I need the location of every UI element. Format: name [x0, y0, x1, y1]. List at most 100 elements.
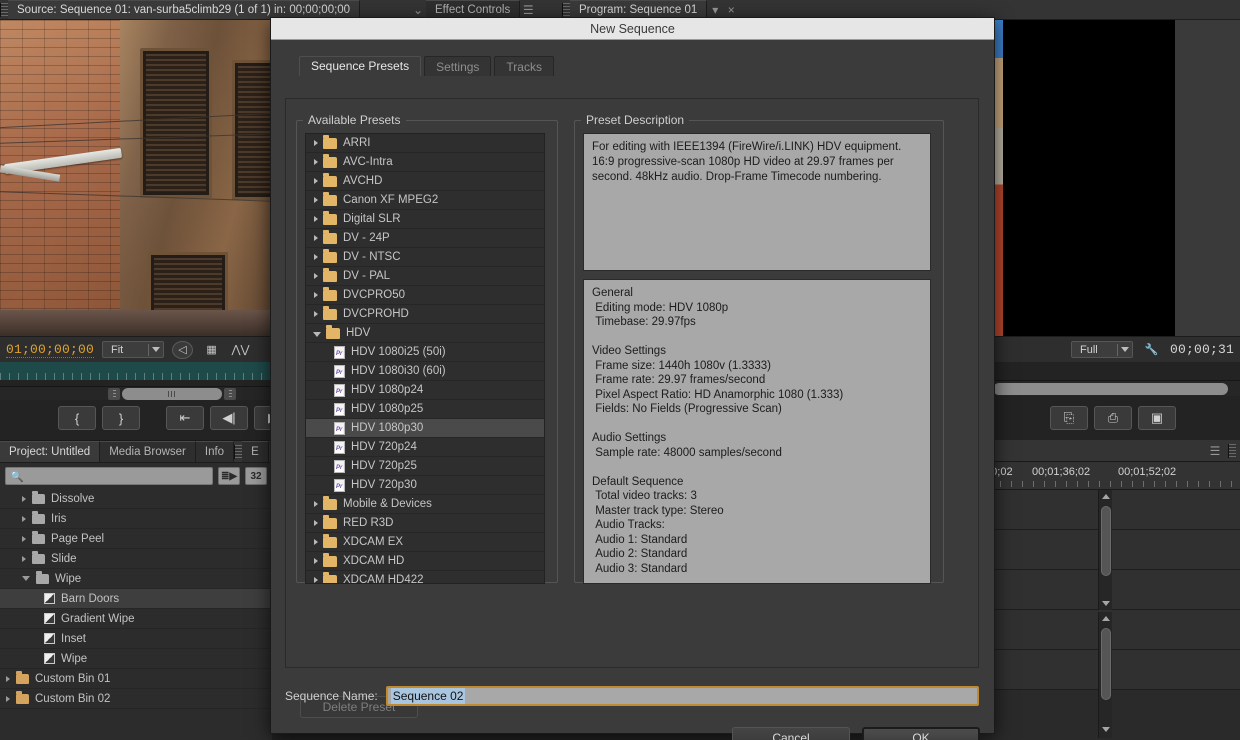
preset-row-label: AVC-Intra [343, 156, 393, 168]
folder-icon [323, 305, 337, 320]
preset-file-icon [334, 440, 345, 454]
preset-settings-text: General Editing mode: HDV 1080p Timebase… [583, 279, 931, 584]
folder-icon [323, 210, 337, 225]
cancel-button-label: Cancel [772, 731, 810, 740]
sequence-name-value: Sequence 02 [390, 688, 466, 704]
preset-row[interactable]: Digital SLR [306, 210, 544, 229]
tab-settings[interactable]: Settings [424, 56, 492, 76]
disclosure-closed-icon[interactable] [314, 558, 318, 564]
disclosure-closed-icon[interactable] [314, 311, 318, 317]
preset-row-label: DV - 24P [343, 232, 390, 244]
cancel-button[interactable]: Cancel [732, 727, 850, 740]
preset-row-label: HDV 720p24 [351, 441, 417, 453]
preset-description-group: Preset Description For editing with IEEE… [574, 113, 944, 584]
folder-icon [323, 514, 337, 529]
preset-row[interactable]: XDCAM EX [306, 533, 544, 552]
ok-button-label: OK [912, 731, 930, 740]
dialog-body: Sequence Presets Settings Tracks Availab… [271, 40, 994, 740]
preset-file-icon [334, 421, 345, 435]
preset-file-icon [334, 383, 345, 397]
folder-icon [323, 229, 337, 244]
preset-row-label: HDV 1080i25 (50i) [351, 346, 446, 358]
disclosure-closed-icon[interactable] [314, 197, 318, 203]
folder-icon [323, 267, 337, 282]
preset-row-label: AVCHD [343, 175, 383, 187]
tab-tracks[interactable]: Tracks [494, 56, 554, 76]
preset-row[interactable]: AVCHD [306, 172, 544, 191]
available-presets-legend: Available Presets [308, 113, 401, 127]
folder-icon [323, 248, 337, 263]
preset-row-label: XDCAM EX [343, 536, 404, 548]
disclosure-closed-icon[interactable] [314, 273, 318, 279]
preset-row-label: HDV [346, 327, 371, 339]
disclosure-closed-icon[interactable] [314, 520, 318, 526]
preset-row-label: HDV 720p25 [351, 460, 417, 472]
dialog-title: New Sequence [590, 21, 675, 36]
folder-icon [323, 552, 337, 567]
sequence-name-input[interactable]: Sequence 02 [385, 686, 979, 706]
preset-row[interactable]: HDV 1080p25 [306, 400, 544, 419]
preset-row[interactable]: Canon XF MPEG2 [306, 191, 544, 210]
folder-icon [323, 134, 337, 149]
preset-row[interactable]: XDCAM HD [306, 552, 544, 571]
preset-row[interactable]: DV - NTSC [306, 248, 544, 267]
preset-row[interactable]: ARRI [306, 134, 544, 153]
preset-row-label: Canon XF MPEG2 [343, 194, 439, 206]
disclosure-closed-icon[interactable] [314, 254, 318, 260]
folder-icon [326, 324, 340, 339]
ok-button[interactable]: OK [862, 727, 980, 740]
preset-row-label: XDCAM HD [343, 555, 405, 567]
preset-row[interactable]: DVCPROHD [306, 305, 544, 324]
preset-row[interactable]: DV - 24P [306, 229, 544, 248]
preset-row[interactable]: XDCAM HD422 [306, 571, 544, 584]
preset-row[interactable]: RED R3D [306, 514, 544, 533]
sequence-name-row: Sequence Name: Sequence 02 [285, 685, 979, 707]
tab-sequence-presets-label: Sequence Presets [311, 59, 410, 73]
preset-row[interactable]: HDV 720p25 [306, 457, 544, 476]
dialog-tabs: Sequence Presets Settings Tracks [299, 54, 980, 76]
folder-icon [323, 495, 337, 510]
preset-description-legend: Preset Description [586, 113, 685, 127]
preset-row[interactable]: DVCPRO50 [306, 286, 544, 305]
preset-row[interactable]: DV - PAL [306, 267, 544, 286]
preset-row-label: DV - NTSC [343, 251, 401, 263]
disclosure-open-icon[interactable] [313, 331, 321, 337]
preset-row[interactable]: HDV 1080i30 (60i) [306, 362, 544, 381]
folder-icon [323, 286, 337, 301]
dialog-button-row: Cancel OK [732, 727, 980, 740]
disclosure-closed-icon[interactable] [314, 140, 318, 146]
folder-icon [323, 153, 337, 168]
preset-row-label: HDV 1080i30 (60i) [351, 365, 446, 377]
preset-row-label: DVCPROHD [343, 308, 409, 320]
available-presets-group: Available Presets ARRI AVC-Intra AVCHD Cano… [296, 113, 558, 584]
preset-file-icon [334, 459, 345, 473]
disclosure-closed-icon[interactable] [314, 292, 318, 298]
disclosure-closed-icon[interactable] [314, 178, 318, 184]
preset-row-label: RED R3D [343, 517, 394, 529]
preset-tree[interactable]: ARRI AVC-Intra AVCHD Canon XF MPEG2 Digital … [305, 133, 545, 584]
tab-tracks-label: Tracks [506, 59, 542, 74]
preset-row[interactable]: HDV 720p24 [306, 438, 544, 457]
preset-row-label: XDCAM HD422 [343, 574, 424, 584]
preset-row[interactable]: HDV 1080p30 [306, 419, 544, 438]
preset-row[interactable]: Mobile & Devices [306, 495, 544, 514]
preset-row[interactable]: HDV [306, 324, 544, 343]
preset-row[interactable]: HDV 1080i25 (50i) [306, 343, 544, 362]
preset-row-label: Digital SLR [343, 213, 401, 225]
preset-row[interactable]: HDV 720p30 [306, 476, 544, 495]
disclosure-closed-icon[interactable] [314, 216, 318, 222]
disclosure-closed-icon[interactable] [314, 539, 318, 545]
preset-row-label: ARRI [343, 137, 371, 149]
disclosure-closed-icon[interactable] [314, 159, 318, 165]
modal-overlay: New Sequence Sequence Presets Settings T… [0, 0, 1240, 740]
folder-icon [323, 571, 337, 583]
preset-row-label: Mobile & Devices [343, 498, 432, 510]
disclosure-closed-icon[interactable] [314, 501, 318, 507]
preset-row[interactable]: AVC-Intra [306, 153, 544, 172]
disclosure-closed-icon[interactable] [314, 235, 318, 241]
preset-row-label: HDV 1080p25 [351, 403, 424, 415]
tab-sequence-presets[interactable]: Sequence Presets [299, 56, 422, 76]
disclosure-closed-icon[interactable] [314, 577, 318, 583]
preset-row-label: HDV 720p30 [351, 479, 417, 491]
preset-row[interactable]: HDV 1080p24 [306, 381, 544, 400]
